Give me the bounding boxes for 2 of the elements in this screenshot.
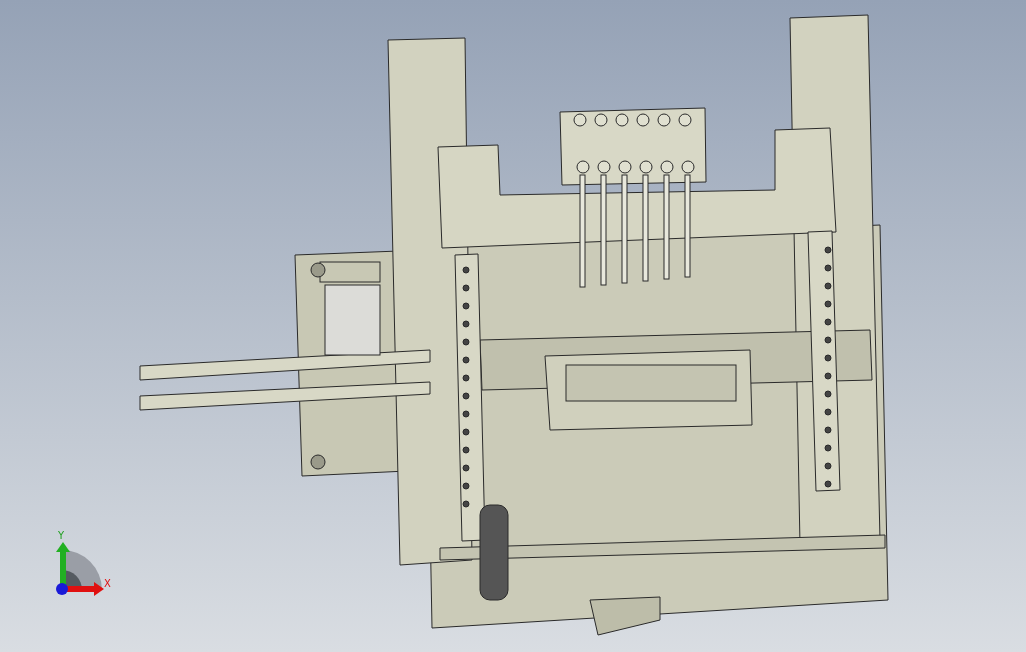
x-axis-label: X bbox=[104, 578, 111, 589]
y-axis-label: Y bbox=[58, 530, 65, 541]
